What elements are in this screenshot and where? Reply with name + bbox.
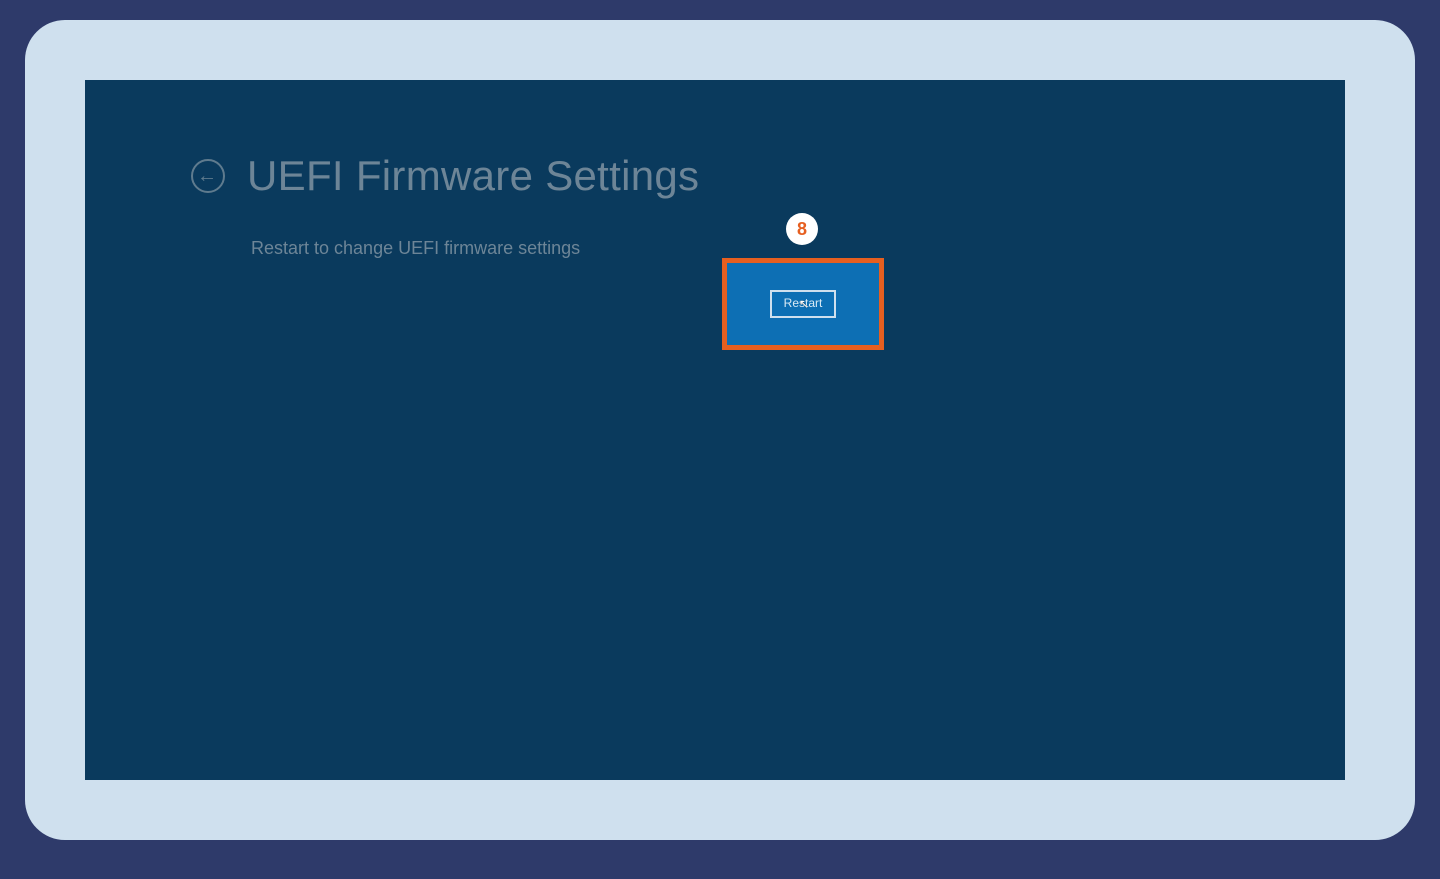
restart-button[interactable]: Restart xyxy=(770,290,837,318)
winre-screen: ← UEFI Firmware Settings Restart to chan… xyxy=(85,80,1345,780)
page-title: UEFI Firmware Settings xyxy=(247,152,699,200)
arrow-left-icon: ← xyxy=(197,166,217,186)
outer-frame: ← UEFI Firmware Settings Restart to chan… xyxy=(25,20,1415,840)
step-number: 8 xyxy=(797,219,807,240)
page-subtitle: Restart to change UEFI firmware settings xyxy=(251,238,580,259)
step-badge: 8 xyxy=(786,213,818,245)
back-button[interactable]: ← xyxy=(191,159,225,193)
highlight-box: Restart xyxy=(722,258,884,350)
page-header: ← UEFI Firmware Settings xyxy=(191,152,699,200)
